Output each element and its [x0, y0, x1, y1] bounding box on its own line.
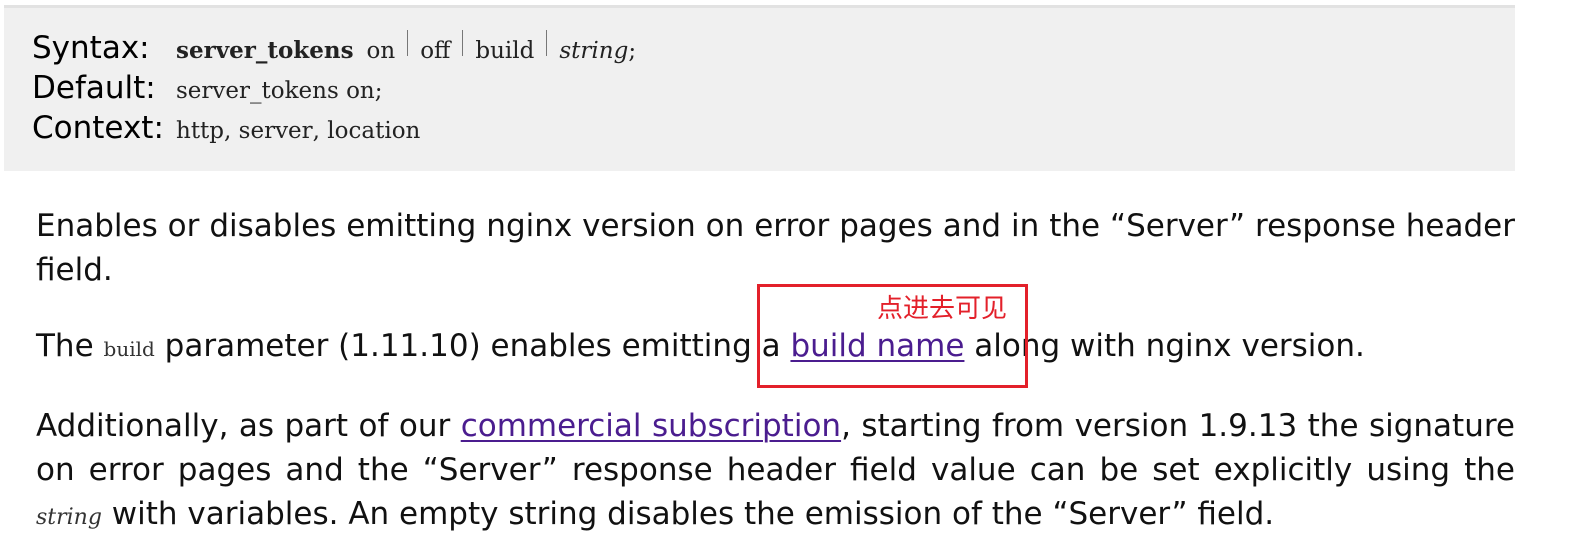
paragraph-commercial-suffix: with variables. An empty string disables…: [101, 496, 1275, 532]
context-label: Context:: [32, 110, 164, 146]
commercial-subscription-link[interactable]: commercial subscription: [461, 408, 841, 444]
syntax-row: Syntax: server_tokens on off build strin…: [32, 30, 636, 70]
default-label: Default:: [32, 70, 156, 106]
syntax-option-string: string: [559, 38, 629, 64]
default-value: server_tokens on;: [176, 78, 383, 104]
context-row: Context: http, server, location: [32, 110, 420, 150]
syntax-directive-name: server_tokens: [176, 37, 354, 64]
context-item-http: http: [176, 118, 225, 144]
syntax-option-build: build: [475, 38, 535, 64]
paragraph-commercial-prefix: Additionally, as part of our: [36, 408, 461, 444]
string-code: string: [36, 505, 102, 530]
context-separator: ,: [224, 118, 239, 144]
syntax-option-off: off: [420, 38, 451, 64]
build-code: build: [103, 337, 155, 361]
paragraph-build-prefix: The: [36, 328, 104, 364]
context-separator: ,: [312, 118, 328, 144]
context-item-server: server: [238, 118, 313, 144]
paragraph-commercial: Additionally, as part of our commercial …: [36, 404, 1515, 540]
paragraph-build-middle: parameter (1.11.10) enables emitting a: [154, 328, 791, 364]
annotation-text: 点进去可见: [877, 294, 1008, 324]
syntax-separator: [462, 30, 464, 56]
syntax-option-on: on: [366, 38, 396, 64]
syntax-separator: [407, 30, 409, 56]
paragraph-description: Enables or disables emitting nginx versi…: [36, 208, 1515, 288]
syntax-label: Syntax:: [32, 30, 150, 66]
syntax-separator: [546, 30, 548, 56]
syntax-end: ;: [628, 38, 637, 64]
default-row: Default: server_tokens on;: [32, 70, 382, 110]
context-item-location: location: [327, 118, 421, 144]
